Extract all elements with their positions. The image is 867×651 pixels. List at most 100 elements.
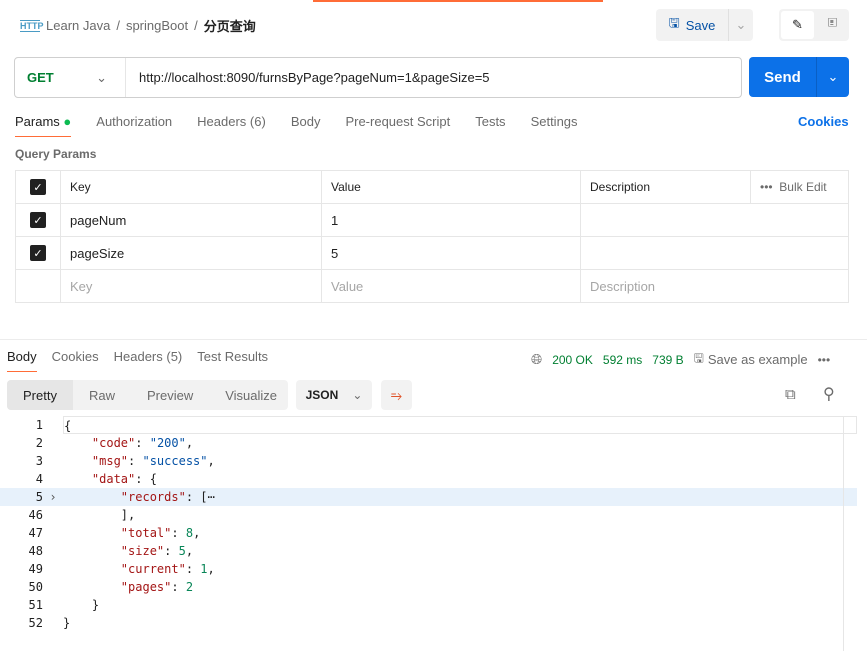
view-preview[interactable]: Preview [131,380,209,410]
chevron-down-icon: ⌄ [96,69,107,85]
code-text: "records": [⋯ [63,488,857,506]
tab-response-cookies[interactable]: Cookies [52,349,99,372]
param-value[interactable]: 5 [321,236,581,270]
code-text: "size": 5, [120,544,194,558]
line-number: 50 [28,580,43,594]
divider [0,339,867,340]
view-mode-group: Pretty Raw Preview Visualize [7,380,288,410]
param-key[interactable]: pageNum [60,203,322,237]
save-icon: 🖫 [693,351,704,365]
param-description[interactable] [580,203,849,237]
gutter [43,542,63,560]
pencil-icon: ✎ [792,17,803,32]
code-text: "data": { [91,472,157,486]
breadcrumb-sep: / [194,18,198,33]
status-code[interactable]: 200 OK [552,353,593,367]
response-time[interactable]: 592 ms [603,353,642,367]
gutter [43,416,63,434]
code-line: 2 "code": "200", [0,434,857,452]
chevron-down-icon: ⌄ [735,17,747,32]
gutter [43,524,63,542]
gutter [43,506,63,524]
new-key-input[interactable]: Key [60,269,322,303]
save-label: Save [685,17,716,33]
view-pretty[interactable]: Pretty [7,380,73,410]
param-key[interactable]: pageSize [60,236,322,270]
tab-response-body[interactable]: Body [7,349,37,372]
save-dropdown[interactable]: ⌄ [729,9,753,41]
send-button[interactable]: Send [749,57,817,97]
param-description[interactable] [580,236,849,270]
request-name[interactable]: 分页查询 [204,16,256,35]
url-input[interactable]: http://localhost:8090/furnsByPage?pageNu… [126,70,490,85]
line-number: 2 [35,436,43,450]
select-all-checkbox[interactable]: ✓ [30,179,46,196]
breadcrumb-collection[interactable]: Learn Java [46,18,110,33]
save-group: 🖫 Save ⌄ [656,9,753,41]
line-number: 47 [28,526,43,540]
fold-chevron-icon[interactable]: › [43,488,63,506]
copy-button[interactable]: ⧉ [785,386,796,403]
comment-icon: 🗉 [827,15,838,30]
tab-test-results[interactable]: Test Results [197,349,268,372]
code-line: 3 "msg": "success", [0,452,857,470]
line-number: 49 [28,562,43,576]
send-group: Send ⌄ [749,57,849,97]
tab-settings[interactable]: Settings [531,114,578,137]
tab-tests[interactable]: Tests [475,114,505,137]
row-checkbox[interactable]: ✓ [30,245,46,262]
scrollbar[interactable] [843,416,857,651]
more-icon[interactable]: ••• [760,180,773,194]
new-description-input[interactable]: Description [580,269,849,303]
gutter [43,470,63,488]
tab-headers[interactable]: Headers (6) [197,114,266,137]
breadcrumb: HTTP Learn Java / springBoot / 分页查询 [20,16,256,35]
more-icon[interactable]: ••• [818,353,831,367]
save-button[interactable]: 🖫 Save [656,9,729,41]
row-checkbox[interactable]: ✓ [30,212,46,229]
code-line: 48 "size": 5, [0,542,857,560]
response-status: 🌐︎ 200 OK 592 ms 739 B 🖫 Save as example… [531,349,830,370]
new-value-input[interactable]: Value [321,269,581,303]
method-select[interactable]: GET ⌄ [15,58,126,97]
tab-response-headers[interactable]: Headers (5) [114,349,183,372]
code-line: 1{ [0,416,857,434]
wrap-lines-button[interactable]: ⥱ [381,380,412,410]
http-icon: HTTP [20,19,44,32]
code-line: 47 "total": 8, [0,524,857,542]
docs-button[interactable]: 🗉 [816,9,849,41]
code-line: 46 ], [0,506,857,524]
cookies-link[interactable]: Cookies [798,114,849,129]
breadcrumb-folder[interactable]: springBoot [126,18,188,33]
search-icon: ⚲ [823,386,835,403]
code-text: } [63,616,71,630]
response-body-editor[interactable]: 1{2 "code": "200", 3 "msg": "success", 4 "… [0,416,857,632]
send-dropdown[interactable]: ⌄ [817,57,849,97]
save-icon: 🖫 [668,15,680,30]
tab-body[interactable]: Body [291,114,321,137]
search-button[interactable]: ⚲ [823,384,835,404]
response-tabs: Body Cookies Headers (5) Test Results [7,349,283,372]
gutter [43,434,63,452]
bulk-edit-button[interactable]: Bulk Edit [779,180,826,194]
tab-params[interactable]: Params ● [15,114,72,137]
param-value[interactable]: 1 [321,203,581,237]
view-visualize[interactable]: Visualize [209,380,293,410]
tab-authorization[interactable]: Authorization [96,114,172,137]
code-text: "total": 8, [120,526,201,540]
tab-pre-request-script[interactable]: Pre-request Script [345,114,450,137]
active-dot-icon: ● [63,114,72,129]
view-raw[interactable]: Raw [73,380,131,410]
request-tabs: Params ● Authorization Headers (6) Body … [15,114,603,137]
code-line: 51 } [0,596,857,614]
gutter [43,596,63,614]
response-size[interactable]: 739 B [652,353,683,367]
format-select[interactable]: JSON ⌄ [296,380,372,410]
line-number: 3 [35,454,43,468]
code-text: { [63,416,857,434]
edit-button[interactable]: ✎ [781,11,814,39]
view-toggle: ✎ 🗉 [779,9,849,41]
save-as-example-button[interactable]: Save as example [708,352,808,367]
line-number: 46 [28,508,43,522]
format-label: JSON [305,388,339,402]
